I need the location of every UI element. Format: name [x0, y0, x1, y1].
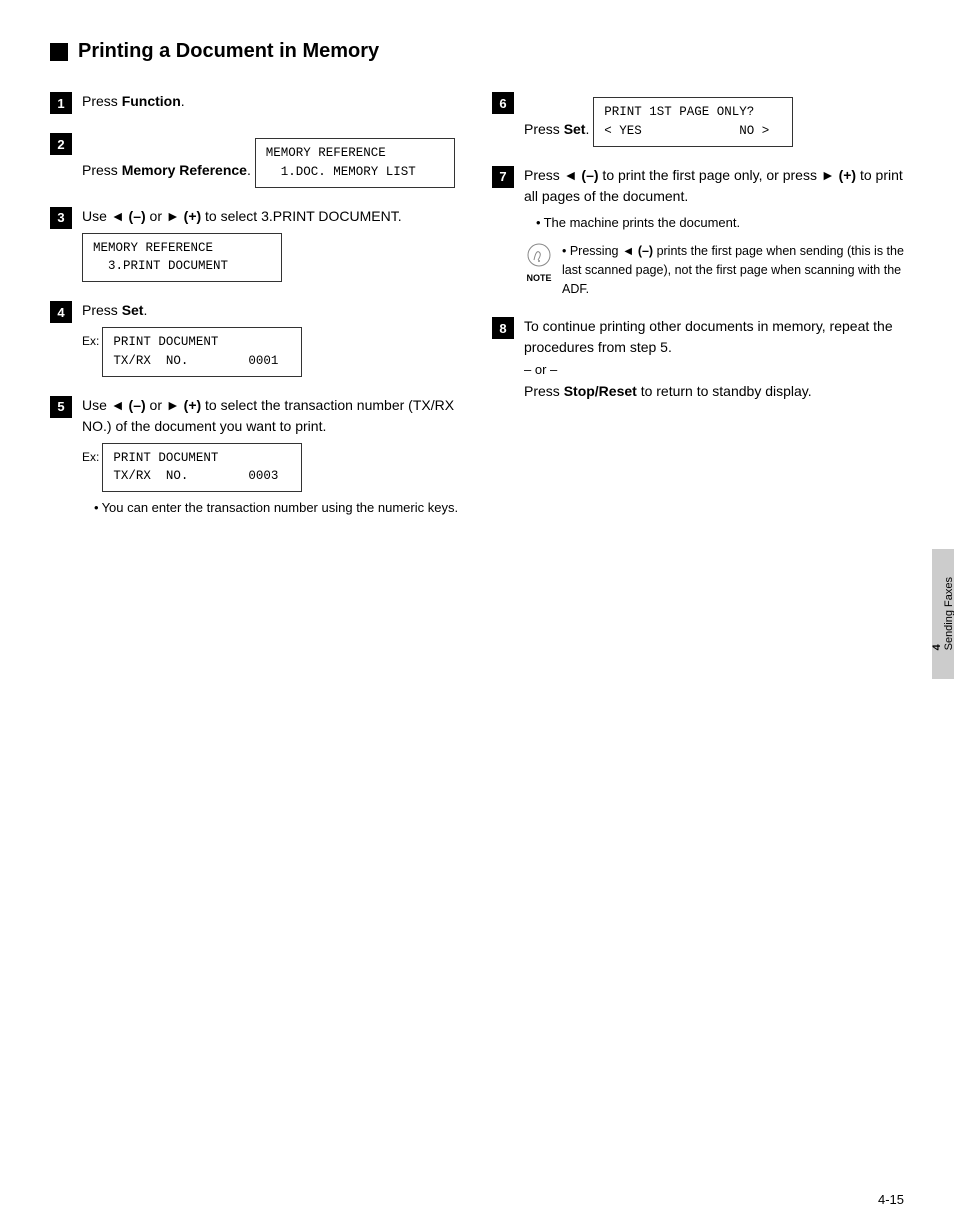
step-6-text: Press Set. [524, 121, 589, 137]
step-4-number: 4 [50, 301, 72, 323]
step-4-lcd-line2: TX/RX NO. 0001 [113, 352, 291, 371]
step-7: 7 Press ◄ (–) to print the first page on… [492, 165, 904, 299]
step-5-number: 5 [50, 396, 72, 418]
step-6: 6 Press Set. PRINT 1ST PAGE ONLY? < YES … [492, 91, 904, 147]
title-text: Printing a Document in Memory [78, 40, 379, 63]
step-7-note-text: • Pressing ◄ (–) prints the first page w… [562, 242, 904, 298]
step-5-lcd-line2: TX/RX NO. 0003 [113, 467, 291, 486]
page-number: 4-15 [878, 1192, 904, 1207]
note-label-text: NOTE [526, 273, 551, 283]
step-2-lcd-line2: 1.DOC. MEMORY LIST [266, 163, 444, 182]
step-4-lcd-wrapper: Ex: PRINT DOCUMENT TX/RX NO. 0001 [82, 327, 462, 377]
step-4-ex-label: Ex: [82, 334, 99, 348]
step-3: 3 Use ◄ (–) or ► (+) to select 3.PRINT D… [50, 206, 462, 283]
step-1-number: 1 [50, 92, 72, 114]
sidebar-tab: 4Sending Faxes [932, 549, 954, 679]
step-8-or: – or – [524, 362, 904, 377]
step-3-lcd: MEMORY REFERENCE 3.PRINT DOCUMENT [82, 233, 282, 283]
step-1-text: Press Function. [82, 93, 185, 109]
content-columns: 1 Press Function. 2 Press Memory Referen… [50, 91, 904, 536]
step-8-stop-text: Press Stop/Reset to return to standby di… [524, 383, 812, 399]
note-icon-wrapper: NOTE [524, 242, 554, 283]
step-6-lcd-line2: < YES NO > [604, 122, 782, 141]
step-8: 8 To continue printing other documents i… [492, 316, 904, 402]
step-6-content: Press Set. PRINT 1ST PAGE ONLY? < YES NO… [524, 91, 904, 147]
step-5: 5 Use ◄ (–) or ► (+) to select the trans… [50, 395, 462, 518]
step-7-text: Press ◄ (–) to print the first page only… [524, 167, 903, 204]
step-7-content: Press ◄ (–) to print the first page only… [524, 165, 904, 299]
step-5-ex-label: Ex: [82, 450, 99, 464]
step-2-number: 2 [50, 133, 72, 155]
right-column: 6 Press Set. PRINT 1ST PAGE ONLY? < YES … [492, 91, 904, 536]
sidebar-tab-label: 4Sending Faxes [931, 577, 954, 650]
step-3-number: 3 [50, 207, 72, 229]
step-2-lcd: MEMORY REFERENCE 1.DOC. MEMORY LIST [255, 138, 455, 188]
page-title: Printing a Document in Memory [50, 40, 904, 63]
step-6-lcd: PRINT 1ST PAGE ONLY? < YES NO > [593, 97, 793, 147]
step-7-number: 7 [492, 166, 514, 188]
step-8-content: To continue printing other documents in … [524, 316, 904, 402]
step-5-content: Use ◄ (–) or ► (+) to select the transac… [82, 395, 462, 518]
step-3-content: Use ◄ (–) or ► (+) to select 3.PRINT DOC… [82, 206, 462, 283]
step-1-content: Press Function. [82, 91, 462, 112]
step-2-lcd-line1: MEMORY REFERENCE [266, 144, 444, 163]
step-3-lcd-line2: 3.PRINT DOCUMENT [93, 257, 271, 276]
step-6-lcd-line1: PRINT 1ST PAGE ONLY? [604, 103, 782, 122]
step-2-text: Press Memory Reference. [82, 162, 251, 178]
step-4-content: Press Set. Ex: PRINT DOCUMENT TX/RX NO. … [82, 300, 462, 377]
note-pencil-icon [524, 242, 554, 272]
page-container: Printing a Document in Memory 1 Press Fu… [0, 0, 954, 1227]
step-8-number: 8 [492, 317, 514, 339]
step-3-lcd-line1: MEMORY REFERENCE [93, 239, 271, 258]
step-5-text: Use ◄ (–) or ► (+) to select the transac… [82, 397, 454, 434]
step-7-subnote: The machine prints the document. [524, 213, 904, 233]
step-3-text: Use ◄ (–) or ► (+) to select 3.PRINT DOC… [82, 208, 402, 224]
step-5-subnote: You can enter the transaction number usi… [82, 498, 462, 518]
step-5-lcd: PRINT DOCUMENT TX/RX NO. 0003 [102, 443, 302, 493]
step-4: 4 Press Set. Ex: PRINT DOCUMENT TX/RX NO… [50, 300, 462, 377]
step-5-lcd-wrapper: Ex: PRINT DOCUMENT TX/RX NO. 0003 [82, 443, 462, 493]
step-6-number: 6 [492, 92, 514, 114]
left-column: 1 Press Function. 2 Press Memory Referen… [50, 91, 462, 536]
step-8-text: To continue printing other documents in … [524, 318, 893, 355]
step-1: 1 Press Function. [50, 91, 462, 114]
step-4-text: Press Set. [82, 302, 147, 318]
title-icon [50, 43, 68, 61]
step-5-lcd-line1: PRINT DOCUMENT [113, 449, 291, 468]
step-4-lcd: PRINT DOCUMENT TX/RX NO. 0001 [102, 327, 302, 377]
step-2-content: Press Memory Reference. MEMORY REFERENCE… [82, 132, 462, 188]
step-4-lcd-line1: PRINT DOCUMENT [113, 333, 291, 352]
step-2: 2 Press Memory Reference. MEMORY REFEREN… [50, 132, 462, 188]
step-7-note: NOTE • Pressing ◄ (–) prints the first p… [524, 242, 904, 298]
